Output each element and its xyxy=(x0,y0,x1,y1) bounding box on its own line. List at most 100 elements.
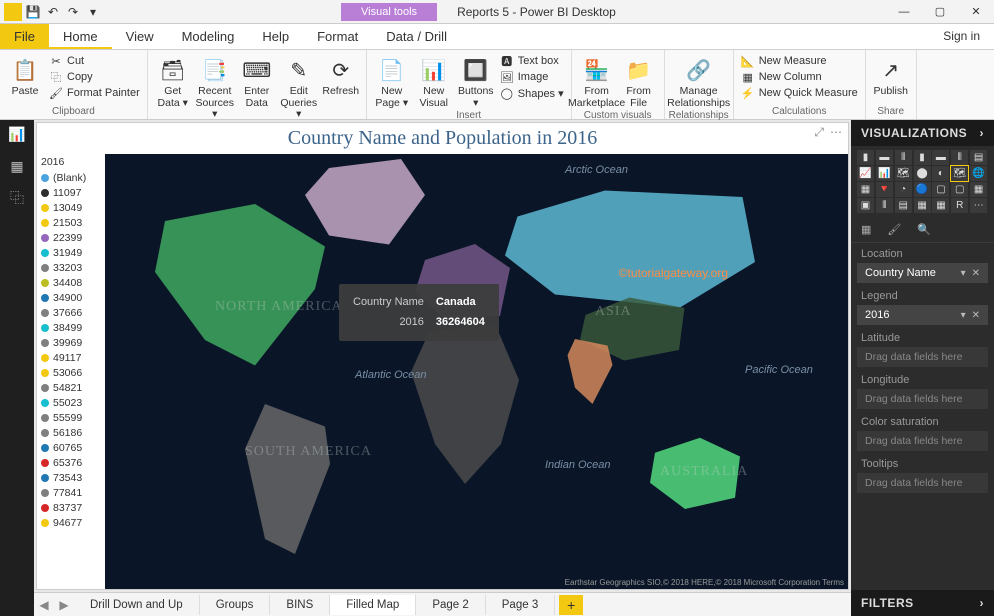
page-tab[interactable]: BINS xyxy=(270,595,330,615)
recent-sources-button[interactable]: 📑Recent Sources ▾ xyxy=(194,52,236,121)
viz-type-icon[interactable]: ▦ xyxy=(970,182,987,197)
tab-help[interactable]: Help xyxy=(248,24,303,49)
page-tab[interactable]: Drill Down and Up xyxy=(74,595,200,615)
viz-type-icon[interactable]: ▤ xyxy=(970,150,987,165)
shapes-button[interactable]: ◯Shapes ▾ xyxy=(497,85,567,101)
viz-type-icon[interactable]: ⫴ xyxy=(951,150,968,165)
report-canvas[interactable]: ⤢ ⋯ Country Name and Population in 2016 … xyxy=(36,122,849,590)
legend-item[interactable]: 55023 xyxy=(41,395,101,410)
legend-item[interactable]: 34408 xyxy=(41,275,101,290)
viz-type-icon[interactable]: ▬ xyxy=(932,150,949,165)
viz-type-icon[interactable]: ⋯ xyxy=(970,198,987,213)
format-painter-button[interactable]: 🖌Format Painter xyxy=(46,85,143,101)
tab-home[interactable]: Home xyxy=(49,24,112,49)
fields-tab-icon[interactable]: ▦ xyxy=(861,223,871,236)
legend-item[interactable]: 54821 xyxy=(41,380,101,395)
tab-modeling[interactable]: Modeling xyxy=(168,24,249,49)
tab-view[interactable]: View xyxy=(112,24,168,49)
report-view-icon[interactable]: 📊 xyxy=(5,124,29,144)
page-tab[interactable]: Page 2 xyxy=(416,595,485,615)
refresh-button[interactable]: ⟳Refresh xyxy=(320,52,362,98)
file-menu[interactable]: File xyxy=(0,24,49,49)
latitude-drop-zone[interactable]: Drag data fields here xyxy=(857,347,988,367)
maximize-button[interactable]: ▢ xyxy=(922,0,958,24)
color-saturation-drop-zone[interactable]: Drag data fields here xyxy=(857,431,988,451)
tooltips-drop-zone[interactable]: Drag data fields here xyxy=(857,473,988,493)
viz-type-icon[interactable]: R xyxy=(951,198,968,213)
viz-type-icon[interactable]: ▦ xyxy=(932,198,949,213)
new-page-button[interactable]: 📄New Page ▾ xyxy=(371,52,413,109)
publish-button[interactable]: ↗Publish xyxy=(870,52,912,98)
legend-item[interactable]: 13049 xyxy=(41,200,101,215)
qat-dropdown-icon[interactable]: ▾ xyxy=(84,3,102,21)
location-field-pill[interactable]: Country Name ▾✕ xyxy=(857,263,988,283)
get-data-button[interactable]: 🗃Get Data ▾ xyxy=(152,52,194,109)
page-tab[interactable]: Groups xyxy=(200,595,271,615)
new-visual-button[interactable]: 📊New Visual xyxy=(413,52,455,109)
viz-type-icon[interactable]: ⫴ xyxy=(876,198,893,213)
legend-item[interactable]: 34900 xyxy=(41,290,101,305)
cut-button[interactable]: ✂Cut xyxy=(46,53,143,69)
legend-item[interactable]: 56186 xyxy=(41,425,101,440)
visualizations-header[interactable]: VISUALIZATIONS › xyxy=(851,120,994,146)
page-tab[interactable]: Page 3 xyxy=(486,595,555,615)
longitude-drop-zone[interactable]: Drag data fields here xyxy=(857,389,988,409)
edit-queries-button[interactable]: ✎Edit Queries ▾ xyxy=(278,52,320,121)
legend-item[interactable]: 49117 xyxy=(41,350,101,365)
textbox-button[interactable]: 🅰Text box xyxy=(497,53,567,69)
legend-item[interactable]: 33203 xyxy=(41,260,101,275)
from-marketplace-button[interactable]: 🏪From Marketplace xyxy=(576,52,618,109)
legend-item[interactable]: 83737 xyxy=(41,500,101,515)
focus-mode-icon[interactable]: ⤢ xyxy=(814,125,824,140)
legend-item[interactable]: 77841 xyxy=(41,485,101,500)
legend-item[interactable]: 22399 xyxy=(41,230,101,245)
image-button[interactable]: 🖼Image xyxy=(497,69,567,85)
filled-map-visual[interactable]: Arctic Ocean Atlantic Ocean Indian Ocean… xyxy=(105,154,848,589)
sign-in-link[interactable]: Sign in xyxy=(929,24,994,49)
viz-type-icon[interactable]: ◐ xyxy=(932,166,949,181)
viz-type-icon[interactable]: ▮ xyxy=(914,150,931,165)
legend-item[interactable]: 21503 xyxy=(41,215,101,230)
filters-header[interactable]: FILTERS › xyxy=(851,590,994,616)
from-file-button[interactable]: 📁From File xyxy=(618,52,660,109)
viz-type-icon[interactable]: ▮ xyxy=(857,150,874,165)
viz-type-icon[interactable]: ◔ xyxy=(895,182,912,197)
model-view-icon[interactable]: ⿻ xyxy=(5,188,29,208)
buttons-button[interactable]: 🔲Buttons ▾ xyxy=(455,52,497,109)
new-column-button[interactable]: ▦New Column xyxy=(738,69,861,85)
more-options-icon[interactable]: ⋯ xyxy=(830,125,842,140)
chevron-down-icon[interactable]: ▾ xyxy=(961,268,966,279)
viz-type-icon[interactable]: 🗺 xyxy=(951,166,968,181)
redo-icon[interactable]: ↷ xyxy=(64,3,82,21)
legend-item[interactable]: 94677 xyxy=(41,515,101,530)
analytics-tab-icon[interactable]: 🔍 xyxy=(917,223,931,236)
undo-icon[interactable]: ↶ xyxy=(44,3,62,21)
manage-relationships-button[interactable]: 🔗Manage Relationships xyxy=(671,52,727,109)
viz-type-icon[interactable]: ⬤ xyxy=(914,166,931,181)
add-page-button[interactable]: + xyxy=(559,595,583,615)
viz-type-icon[interactable]: 🔻 xyxy=(876,182,893,197)
viz-type-icon[interactable]: ▦ xyxy=(914,198,931,213)
legend-item[interactable]: 53066 xyxy=(41,365,101,380)
remove-field-icon[interactable]: ✕ xyxy=(972,268,980,279)
enter-data-button[interactable]: ⌨Enter Data xyxy=(236,52,278,109)
legend-item[interactable]: 11097 xyxy=(41,185,101,200)
new-measure-button[interactable]: 📐New Measure xyxy=(738,53,861,69)
legend-item[interactable]: 37666 xyxy=(41,305,101,320)
viz-type-icon[interactable]: ▬ xyxy=(876,150,893,165)
viz-type-icon[interactable]: ▤ xyxy=(895,198,912,213)
paste-button[interactable]: 📋 Paste xyxy=(4,52,46,98)
legend-item[interactable]: 65376 xyxy=(41,455,101,470)
viz-type-icon[interactable]: ▢ xyxy=(932,182,949,197)
page-prev-icon[interactable]: ◀ xyxy=(34,598,54,612)
tab-format[interactable]: Format xyxy=(303,24,372,49)
copy-button[interactable]: ⿻Copy xyxy=(46,69,143,85)
legend-item[interactable]: 39969 xyxy=(41,335,101,350)
legend-item[interactable]: 38499 xyxy=(41,320,101,335)
format-tab-icon[interactable]: 🖌 xyxy=(887,223,901,236)
page-next-icon[interactable]: ▶ xyxy=(54,598,74,612)
legend-item[interactable]: 31949 xyxy=(41,245,101,260)
legend-item[interactable]: (Blank) xyxy=(41,170,101,185)
tab-data-drill[interactable]: Data / Drill xyxy=(372,24,461,49)
minimize-button[interactable]: — xyxy=(886,0,922,24)
